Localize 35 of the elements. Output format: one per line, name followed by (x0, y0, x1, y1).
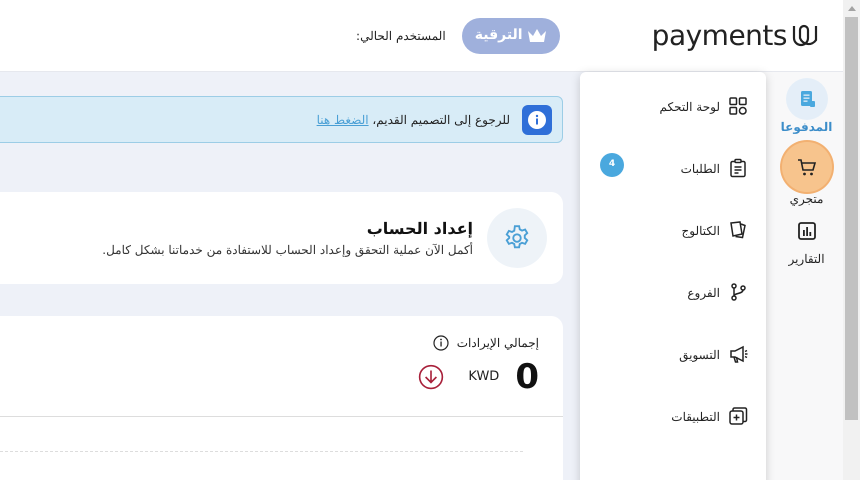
revenue-value: 0 (515, 360, 539, 394)
menu-item[interactable]: الفروع (580, 276, 766, 338)
menu-label: الكتالوج (682, 223, 720, 240)
alert-text: للرجوع إلى التصميم القديم، الضغط هنا (316, 112, 510, 128)
info-icon (432, 335, 449, 351)
menu-label: الفروع (687, 285, 720, 302)
nav-label[interactable]: التقارير (788, 252, 825, 266)
menu-item[interactable]: التطبيقات (580, 400, 766, 462)
revenue-title: إجمالي الإيرادات (456, 335, 539, 352)
menu-item[interactable]: الكتالوج (580, 214, 766, 276)
highlighted-nav-button[interactable] (782, 142, 832, 192)
crown-icon (526, 28, 547, 44)
menu-item[interactable]: لوحة التحكم (580, 90, 766, 152)
bar-chart-icon (796, 220, 818, 242)
scroll-up-arrow-icon[interactable] (848, 6, 856, 11)
menu-label: لوحة التحكم (660, 99, 720, 116)
menu-label: التسويق (679, 347, 720, 364)
count-badge: 4 (600, 153, 624, 177)
current-user-label: المستخدم الحالي: (356, 28, 446, 44)
currency-label: KWD (468, 368, 500, 386)
menu-item[interactable]: التسويق (580, 338, 766, 400)
clipboard-icon (728, 158, 748, 178)
scrollbar[interactable] (843, 0, 860, 480)
logo-text: payments (652, 22, 787, 50)
cart-icon (796, 156, 818, 178)
setup-title: إعداد الحساب (366, 218, 473, 240)
plus-square-icon (728, 406, 748, 426)
megaphone-icon (728, 344, 748, 364)
nav-label[interactable]: متجري (790, 192, 824, 206)
info-icon (522, 104, 552, 134)
menu-label: التطبيقات (671, 409, 720, 426)
setup-description: أكمل الآن عملية التحقق وإعداد الحساب للاستفادة من خدماتنا بشكل كامل. (102, 241, 473, 259)
grid-icon (728, 96, 748, 116)
menu-label: الطلبات (680, 161, 720, 178)
cards-icon (728, 220, 748, 240)
